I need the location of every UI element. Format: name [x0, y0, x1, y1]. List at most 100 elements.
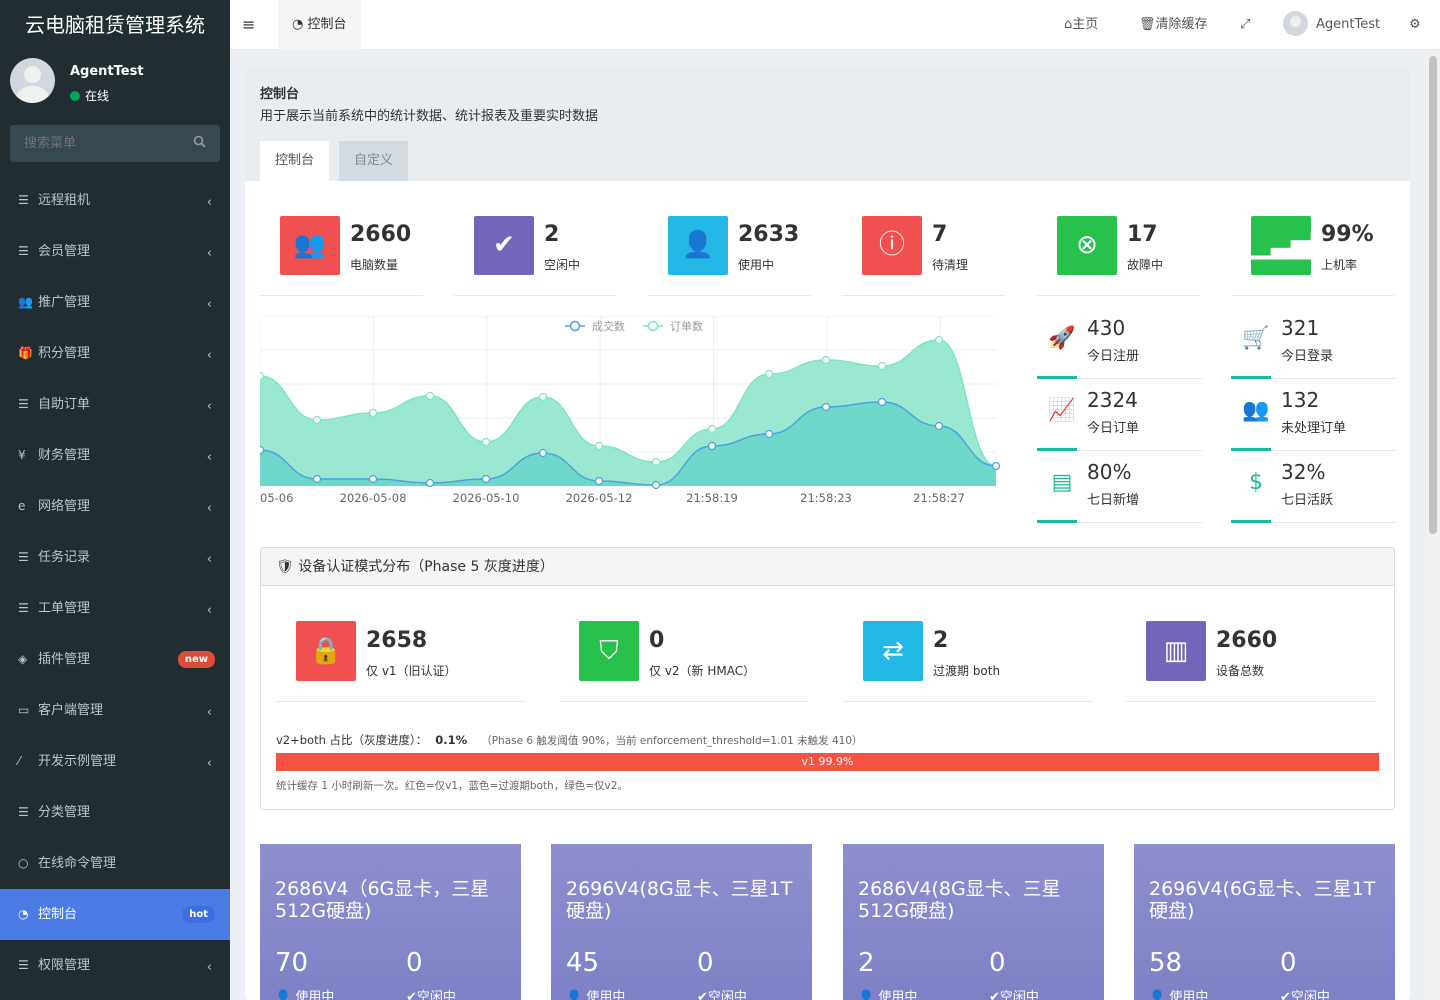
idle-label: 空闲中 [707, 990, 747, 1000]
ratio-note: （Phase 6 触发阈值 90%，当前 enforcement_thresho… [481, 735, 863, 747]
rocket-icon: 🚀 [1048, 326, 1076, 351]
sidebar-item-online-commands[interactable]: ○ 在线命令管理 [0, 838, 230, 889]
sidebar-item-plugins[interactable]: ◈ 插件管理 new [0, 634, 230, 685]
sidebar-item-label: 开发示例管理 [38, 754, 117, 769]
product-idle-label: ✔空闲中 [989, 986, 1039, 1000]
stat-pending-clean: ⓘ 7 待清理 [842, 216, 1005, 296]
online-dot-icon [70, 91, 80, 101]
x-tick-label: 2026-05-12 [566, 491, 633, 505]
data-point-deals [821, 402, 831, 412]
gift-icon: 🎁 [18, 346, 33, 360]
mini-stat-underline [1231, 520, 1271, 523]
magic-icon: ⁄ [18, 754, 21, 768]
tab-dashboard[interactable]: ◔ 控制台 [278, 0, 361, 50]
ratio-value: 0.1% [435, 733, 468, 747]
card-label: 仅 v2（新 HMAC） [649, 664, 756, 678]
menu-toggle-icon[interactable]: ≡ [242, 15, 255, 34]
user-status-text: 在线 [85, 89, 110, 103]
product-in-use-label: 👤 使用中 [858, 986, 917, 1000]
data-point-deals [312, 474, 322, 484]
mini-stat-value: 132 [1281, 388, 1320, 412]
users-icon: 👥 [280, 216, 340, 275]
tab-label: 控制台 [307, 17, 347, 32]
chevron-left-icon: ‹ [206, 501, 212, 516]
scrollbar-thumb[interactable] [1429, 56, 1437, 534]
search-icon[interactable] [193, 135, 206, 152]
sidebar-item-self-orders[interactable]: ☰ 自助订单 ‹ [0, 379, 230, 430]
x-tick-label: 21:58:27 [913, 491, 965, 505]
chevron-left-icon: ‹ [206, 195, 212, 210]
sidebar-item-label: 任务记录 [38, 550, 91, 565]
chevron-left-icon: ‹ [206, 348, 212, 363]
settings-icon[interactable]: ⚙ [1409, 0, 1421, 50]
sidebar-item-tickets[interactable]: ☰ 工单管理 ‹ [0, 583, 230, 634]
menu-search-input[interactable] [10, 125, 180, 162]
mini-stat-underline [1231, 448, 1271, 451]
sidebar-item-label: 控制台 [38, 907, 78, 922]
user-menu[interactable]: AgentTest [1283, 0, 1380, 50]
app-title[interactable]: 云电脑租赁管理系统 [0, 0, 230, 50]
sidebar-item-label: 推广管理 [38, 295, 91, 310]
page-scrollbar[interactable] [1426, 50, 1440, 1000]
auth-card-both: ⇄ 2 过渡期 both [843, 618, 1093, 702]
user-icon: 👤 [668, 216, 728, 275]
sidebar-item-dev-examples[interactable]: ⁄ 开发示例管理 ‹ [0, 736, 230, 787]
tab-custom[interactable]: 自定义 [339, 141, 409, 181]
mini-stat-registrations: 🚀 430 今日注册 [1037, 316, 1202, 379]
chevron-left-icon: ‹ [206, 603, 212, 618]
clear-cache-link[interactable]: 🗑清除缓存 [1139, 0, 1208, 50]
sidebar-item-promotion[interactable]: 👥 推广管理 ‹ [0, 277, 230, 328]
data-point-deals [481, 474, 491, 484]
sidebar-item-members[interactable]: ☰ 会员管理 ‹ [0, 226, 230, 277]
sidebar-item-dashboard[interactable]: ◔ 控制台 hot [0, 889, 230, 940]
data-point-orders [877, 361, 887, 371]
bar-chart-icon: ▥ [1146, 621, 1206, 681]
user-status: 在线 [70, 87, 109, 104]
data-point-orders [594, 441, 604, 451]
in-use-label: 使用中 [586, 990, 626, 1000]
sidebar-item-network[interactable]: e 网络管理 ‹ [0, 481, 230, 532]
sidebar-item-finance[interactable]: ¥ 财务管理 ‹ [0, 430, 230, 481]
mini-stat-value: 80% [1087, 460, 1132, 484]
product-card[interactable]: 2686V4（6G显卡，三星512G硬盘) 70 0 👤 使用中 ✔空闲中 [260, 844, 521, 1000]
sidebar-item-points[interactable]: 🎁 积分管理 ‹ [0, 328, 230, 379]
legend-marker [647, 320, 659, 332]
auth-card-total: ▥ 2660 设备总数 [1126, 618, 1376, 702]
mini-stat-underline [1231, 376, 1271, 379]
legend-label: 订单数 [670, 320, 703, 333]
product-card[interactable]: 2696V4(6G显卡、三星1T硬盘) 58 0 👤 使用中 ✔空闲中 [1134, 844, 1395, 1000]
stat-label: 上机率 [1321, 258, 1358, 272]
data-point-orders [764, 369, 774, 379]
card-value: 2660 [1216, 628, 1278, 653]
stat-idle: ✔ 2 空闲中 [454, 216, 617, 296]
sidebar-item-permissions[interactable]: ☰ 权限管理 ‹ [0, 940, 230, 991]
idle-label: 空闲中 [416, 990, 456, 1000]
legend-marker [569, 320, 581, 332]
product-card[interactable]: 2696V4(8G显卡、三星1T硬盘) 45 0 👤 使用中 ✔空闲中 [551, 844, 812, 1000]
stat-value: 17 [1127, 222, 1158, 247]
product-title: 2686V4(8G显卡、三星512G硬盘) [858, 878, 1061, 922]
product-card[interactable]: 2686V4(8G显卡、三星512G硬盘) 2 0 👤 使用中 ✔空闲中 [843, 844, 1104, 1000]
check-icon: ✔ [406, 990, 417, 1000]
fullscreen-icon[interactable]: ⤢ [1240, 0, 1250, 50]
x-tick-label: 21:58:23 [800, 491, 852, 505]
mini-stat-weekly-new: ▤ 80% 七日新增 [1037, 460, 1202, 523]
auth-card-v2: ⛉ 0 仅 v2（新 HMAC） [559, 618, 809, 702]
sidebar-item-remote-rental[interactable]: ☰ 远程租机 ‹ [0, 175, 230, 226]
check-icon: ✔ [989, 990, 1000, 1000]
signal-icon: ▁▃▅▇ [1251, 216, 1331, 275]
dollar-icon: $ [1249, 470, 1263, 495]
chevron-left-icon: ‹ [206, 756, 212, 771]
close-circle-icon: ⊗ [1057, 216, 1117, 275]
sidebar-item-clients[interactable]: ▭ 客户端管理 ‹ [0, 685, 230, 736]
tab-dashboard[interactable]: 控制台 [260, 141, 330, 181]
exchange-icon: ⇄ [863, 621, 923, 681]
sidebar-item-tasks[interactable]: ☰ 任务记录 ‹ [0, 532, 230, 583]
shield-icon: ⛉ [579, 621, 639, 681]
content-header: 控制台 用于展示当前系统中的统计数据、统计报表及重要实时数据 控制台 自定义 [245, 66, 1410, 181]
mini-stat-value: 2324 [1087, 388, 1138, 412]
product-in-use-value: 2 [858, 948, 875, 978]
home-link[interactable]: ⌂主页 [1064, 0, 1098, 50]
data-point-deals [538, 448, 548, 458]
sidebar-item-categories[interactable]: ☰ 分类管理 [0, 787, 230, 838]
